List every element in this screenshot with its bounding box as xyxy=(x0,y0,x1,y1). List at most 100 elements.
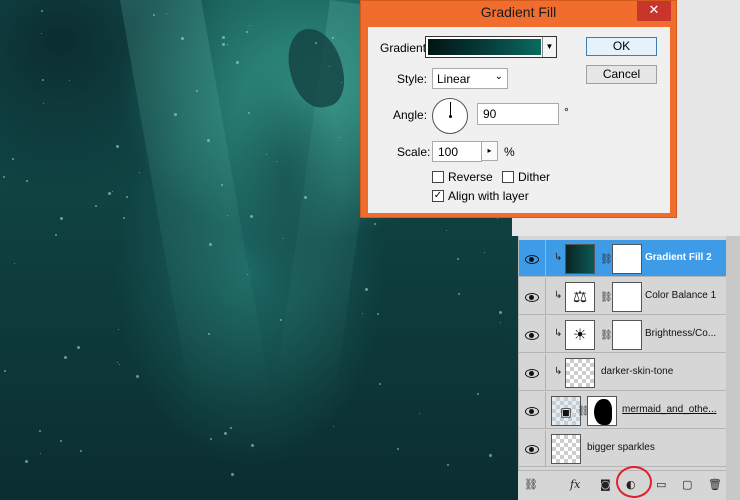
scale-input[interactable]: 100 xyxy=(432,141,482,162)
layer-mask-thumbnail[interactable] xyxy=(612,320,642,350)
mermaid-mask-thumbnail[interactable] xyxy=(587,396,617,426)
visibility-eye-icon[interactable] xyxy=(525,444,539,454)
sparkle-dot xyxy=(484,252,485,253)
sparkle-dot xyxy=(41,33,42,34)
chain-link-icon[interactable]: ⛓ xyxy=(600,292,613,303)
visibility-eye-icon[interactable] xyxy=(525,330,539,340)
close-button[interactable]: ✕ xyxy=(637,1,671,21)
sparkle-dot xyxy=(208,333,210,335)
gradient-dropdown-icon[interactable]: ▼ xyxy=(542,37,556,57)
fx-icon[interactable]: fx xyxy=(570,478,580,491)
sparkle-dot xyxy=(248,112,250,114)
layer-name[interactable]: bigger sparkles xyxy=(587,442,655,453)
sparkle-dot xyxy=(221,184,223,186)
sparkle-dot xyxy=(80,450,82,452)
ok-button[interactable]: OK xyxy=(586,37,657,56)
dialog-titlebar[interactable]: Gradient Fill ✕ xyxy=(361,1,676,25)
visibility-eye-icon[interactable] xyxy=(525,254,539,264)
sparkle-dot xyxy=(222,43,225,46)
sparkle-dot xyxy=(379,383,381,385)
chain-link-icon[interactable]: ⛓ xyxy=(600,254,613,265)
gradient-picker[interactable]: ▼ xyxy=(425,36,557,58)
align-with-layer-checkbox[interactable]: ✓ xyxy=(432,190,444,202)
gradient-thumbnail[interactable] xyxy=(565,244,595,274)
sparkle-dot xyxy=(224,432,227,435)
sparkle-dot xyxy=(397,448,399,450)
angle-dial[interactable] xyxy=(432,98,468,134)
layer-mask-thumbnail[interactable] xyxy=(612,282,642,312)
cancel-button[interactable]: Cancel xyxy=(586,65,657,84)
visibility-eye-icon[interactable] xyxy=(525,406,539,416)
divider xyxy=(545,278,546,315)
group-icon[interactable]: ▭ xyxy=(656,478,666,491)
sparkle-dot xyxy=(108,192,111,195)
chain-link-icon[interactable]: ⛓ xyxy=(600,330,613,341)
sparkle-dot xyxy=(249,25,250,26)
divider xyxy=(545,430,546,467)
layer-name[interactable]: darker-skin-tone xyxy=(601,366,673,377)
sparkle-dot xyxy=(196,90,198,92)
balance-icon[interactable]: ⚖ xyxy=(565,282,595,312)
dither-label[interactable]: Dither xyxy=(518,170,550,184)
sparkle-dot xyxy=(60,440,62,442)
sparkle-dot xyxy=(174,113,177,116)
sparkle-dot xyxy=(332,37,334,39)
sparkle-dot xyxy=(69,80,70,81)
layer-row-gradient-fill-2[interactable]: ↳ ⛓ Gradient Fill 2 xyxy=(519,240,727,277)
reverse-label[interactable]: Reverse xyxy=(448,170,493,184)
sparkle-dot xyxy=(12,158,14,160)
sparkle-dot xyxy=(43,103,44,104)
sparkle-dot xyxy=(136,375,139,378)
sparkle-dot xyxy=(365,288,368,291)
divider xyxy=(545,316,546,353)
reverse-checkbox[interactable] xyxy=(432,171,444,183)
sparkle-dot xyxy=(374,223,376,225)
sparkle-dot xyxy=(95,205,97,207)
dither-checkbox[interactable] xyxy=(502,171,514,183)
sparkle-dot xyxy=(280,319,282,321)
sparkle-dot xyxy=(116,145,119,148)
sparkle-dot xyxy=(119,364,120,365)
sparkle-dot xyxy=(26,180,28,182)
angle-input[interactable]: 90 xyxy=(477,103,559,125)
sun-icon[interactable]: ☀ xyxy=(565,320,595,350)
layer-name[interactable]: Color Balance 1 xyxy=(645,290,716,301)
chevron-down-icon: ⌄ xyxy=(494,71,503,82)
layer-mask-thumbnail[interactable] xyxy=(612,244,642,274)
visibility-eye-icon[interactable] xyxy=(525,292,539,302)
new-layer-icon[interactable]: ▢ xyxy=(682,478,692,491)
style-select[interactable]: Linear ⌄ xyxy=(432,68,508,89)
transparent-layer-thumbnail[interactable] xyxy=(565,358,595,388)
sparkle-dot xyxy=(64,356,67,359)
layer-row-brightness-contrast[interactable]: ↳ ☀ ⛓ Brightness/Co... xyxy=(519,316,727,353)
sparkle-dot xyxy=(236,61,239,64)
sparkle-dot xyxy=(166,13,167,14)
layer-name[interactable]: mermaid_and_othe... xyxy=(622,404,717,415)
sparkle-dot xyxy=(181,37,184,40)
align-with-layer-label[interactable]: Align with layer xyxy=(448,189,529,203)
visibility-eye-icon[interactable] xyxy=(525,368,539,378)
layer-row-color-balance-1[interactable]: ↳ ⚖ ⛓ Color Balance 1 xyxy=(519,278,727,315)
layer-row-darker-skin-tone[interactable]: ↳ darker-skin-tone xyxy=(519,354,727,391)
sparkle-dot xyxy=(3,176,5,178)
transparent-layer-thumbnail[interactable] xyxy=(551,434,581,464)
angle-hub xyxy=(449,115,452,118)
layer-row-mermaid[interactable]: ▣ ⛓ mermaid_and_othe... xyxy=(519,392,727,429)
layer-row-bigger-sparkles[interactable]: bigger sparkles xyxy=(519,430,727,467)
link-icon[interactable]: ⛓ xyxy=(524,478,538,491)
gradient-preview[interactable] xyxy=(428,39,541,55)
highlight-circle xyxy=(616,466,652,498)
clipping-arrow-icon: ↳ xyxy=(554,252,563,263)
layer-name[interactable]: Gradient Fill 2 xyxy=(645,252,712,263)
scale-stepper[interactable]: ▸ xyxy=(481,141,498,161)
gradient-label: Gradient: xyxy=(380,41,430,55)
sparkle-dot xyxy=(489,454,492,457)
layer-name[interactable]: Brightness/Co... xyxy=(645,328,716,339)
sparkle-dot xyxy=(4,370,6,372)
trash-icon[interactable]: 🗑 xyxy=(708,478,722,491)
mask-icon[interactable]: ◙ xyxy=(600,478,611,491)
panel-scrollbar[interactable] xyxy=(726,236,740,500)
sparkle-dot xyxy=(118,329,119,330)
sparkle-dot xyxy=(329,66,330,67)
mask-shape xyxy=(594,399,612,425)
